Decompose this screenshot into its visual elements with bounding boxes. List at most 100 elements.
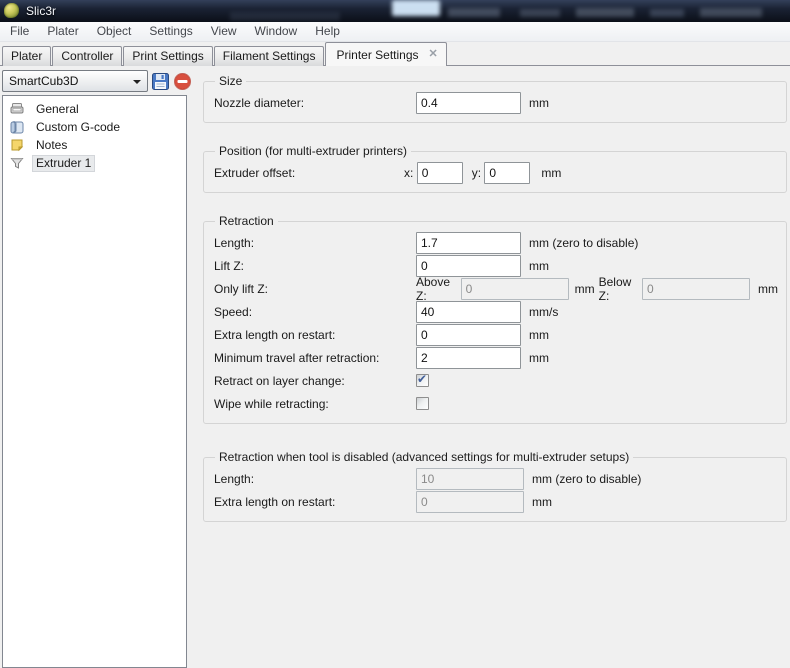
extruder-offset-label: Extruder offset:: [214, 165, 296, 180]
row-min-travel: Minimum travel after retraction: mm: [214, 346, 778, 369]
lift-z-input[interactable]: [416, 254, 521, 277]
tree-item-notes[interactable]: Notes: [3, 136, 186, 154]
retract-length-input[interactable]: [416, 231, 521, 254]
retract-layer-change-label: Retract on layer change:: [214, 373, 345, 388]
tree-item-label: General: [36, 101, 79, 116]
wipe-while-retracting-label: Wipe while retracting:: [214, 396, 329, 411]
tree-item-label: Custom G-code: [36, 119, 121, 134]
disabled-length-unit: mm (zero to disable): [532, 471, 642, 486]
retract-length-label: Length:: [214, 235, 255, 250]
section-position: Position (for multi-extruder printers) E…: [203, 144, 787, 193]
menu-help[interactable]: Help: [306, 22, 349, 41]
retract-speed-input[interactable]: [416, 300, 521, 323]
lift-z-label: Lift Z:: [214, 258, 245, 273]
offset-y-label: y:: [471, 165, 482, 180]
tree-item-label: Notes: [36, 137, 68, 152]
row-disabled-length: Length: mm (zero to disable): [214, 467, 778, 490]
extruder-offset-unit: mm: [541, 165, 562, 180]
disabled-length-input: [416, 467, 524, 490]
min-travel-unit: mm: [529, 350, 549, 365]
retract-length-unit: mm (zero to disable): [529, 235, 639, 250]
menu-file[interactable]: File: [1, 22, 38, 41]
floppy-disk-icon: [152, 72, 169, 90]
sidebar: SmartCub3D General Custom G-code Notes E…: [0, 66, 195, 668]
tab-controller[interactable]: Controller: [52, 46, 123, 66]
titlebar-glass-smudge: [650, 9, 684, 17]
titlebar-glass-smudge: [700, 8, 762, 17]
titlebar-glass-smudge: [576, 8, 634, 17]
preset-select-value: SmartCub3D: [9, 74, 79, 88]
menu-settings[interactable]: Settings: [140, 22, 201, 41]
row-lift-z: Lift Z: mm: [214, 254, 778, 277]
menu-object[interactable]: Object: [88, 22, 141, 41]
tab-plater[interactable]: Plater: [2, 46, 52, 66]
section-size-legend: Size: [219, 74, 243, 88]
red-minus-circle-icon: [174, 72, 191, 90]
section-retraction-legend: Retraction: [219, 214, 274, 228]
section-retraction-tool-disabled-legend: Retraction when tool is disabled (advanc…: [219, 450, 630, 464]
row-nozzle-diameter: Nozzle diameter: mm: [214, 91, 778, 114]
row-retract-speed: Speed: mm/s: [214, 300, 778, 323]
min-travel-label: Minimum travel after retraction:: [214, 350, 380, 365]
above-z-input: [460, 277, 569, 300]
extra-length-unit: mm: [529, 327, 549, 342]
tabstrip: Plater Controller Print Settings Filamen…: [0, 42, 790, 66]
below-z-input: [642, 277, 750, 300]
retract-layer-change-checkbox[interactable]: [416, 372, 429, 387]
row-extruder-offset: Extruder offset: x: y: mm: [214, 161, 778, 184]
menu-plater[interactable]: Plater: [38, 22, 87, 41]
tab-print-settings[interactable]: Print Settings: [123, 46, 213, 66]
disabled-extra-length-unit: mm: [532, 494, 552, 509]
tree-item-general[interactable]: General: [3, 100, 186, 118]
only-lift-mid-unit: mm: [574, 281, 595, 296]
extra-length-label: Extra length on restart:: [214, 327, 336, 342]
row-retract-length: Length: mm (zero to disable): [214, 231, 778, 254]
nozzle-diameter-label: Nozzle diameter:: [214, 95, 305, 110]
extra-length-input[interactable]: [416, 323, 521, 346]
extruder-settings-panel: Size Nozzle diameter: mm Position (for m…: [195, 66, 790, 668]
only-lift-z-label: Only lift Z:: [214, 281, 269, 296]
titlebar-glass-smudge: [230, 12, 340, 21]
section-position-legend: Position (for multi-extruder printers): [219, 144, 408, 158]
nozzle-diameter-input[interactable]: [416, 91, 521, 114]
offset-x-input[interactable]: [416, 161, 463, 184]
only-lift-unit: mm: [758, 281, 778, 296]
save-preset-button[interactable]: [151, 72, 170, 91]
wipe-while-retracting-checkbox[interactable]: [416, 397, 429, 410]
preset-toolbar: SmartCub3D: [2, 70, 195, 92]
note-icon: [10, 138, 24, 152]
min-travel-input[interactable]: [416, 346, 521, 369]
window-title: Slic3r: [26, 4, 57, 18]
menubar: File Plater Object Settings View Window …: [0, 22, 790, 42]
titlebar: Slic3r: [0, 0, 790, 22]
menu-window[interactable]: Window: [246, 22, 307, 41]
section-retraction: Retraction Length: mm (zero to disable) …: [203, 214, 787, 424]
retract-speed-label: Speed:: [214, 304, 253, 319]
tree-item-extruder-1[interactable]: Extruder 1: [3, 154, 186, 172]
printer-icon: [10, 102, 24, 116]
titlebar-glass-smudge: [520, 9, 560, 17]
offset-y-input[interactable]: [484, 161, 531, 184]
preset-select[interactable]: SmartCub3D: [2, 70, 148, 92]
slic3r-logo-icon: [4, 3, 19, 18]
offset-x-label: x:: [404, 165, 414, 180]
titlebar-glass-smudge: [448, 8, 500, 17]
delete-preset-button[interactable]: [173, 72, 192, 91]
tab-filament-settings[interactable]: Filament Settings: [213, 46, 325, 66]
tab-close-icon[interactable]: ✕: [429, 49, 438, 60]
tree-item-label: Extruder 1: [31, 154, 96, 172]
lift-z-unit: mm: [529, 258, 549, 273]
settings-tree: General Custom G-code Notes Extruder 1: [2, 95, 187, 668]
disabled-extra-length-label: Extra length on restart:: [214, 494, 336, 509]
row-wipe-while-retracting: Wipe while retracting:: [214, 392, 778, 415]
row-disabled-extra-length: Extra length on restart: mm: [214, 490, 778, 513]
disabled-extra-length-input: [416, 490, 524, 513]
row-only-lift-z: Only lift Z: Above Z: mm Below Z: mm: [214, 275, 778, 303]
tree-item-custom-gcode[interactable]: Custom G-code: [3, 118, 186, 136]
nozzle-diameter-unit: mm: [529, 95, 549, 110]
tab-printer-settings[interactable]: Printer Settings ✕: [325, 42, 447, 66]
menu-view[interactable]: View: [202, 22, 246, 41]
tab-printer-settings-label: Printer Settings: [336, 47, 419, 62]
gcode-scroll-icon: [10, 120, 24, 134]
titlebar-glass-highlight: [392, 0, 440, 16]
